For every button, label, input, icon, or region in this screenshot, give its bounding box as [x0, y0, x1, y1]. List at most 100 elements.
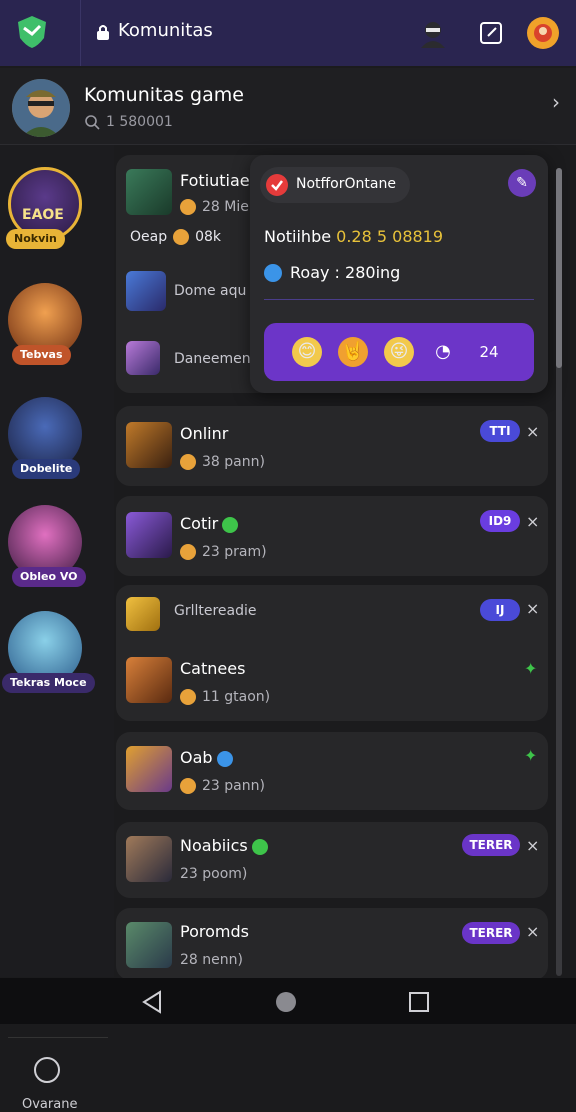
- community-header[interactable]: Komunitas game 1 580001 ›: [0, 68, 576, 145]
- game-avatar: [126, 422, 172, 468]
- row-subtitle: 23 pann): [180, 778, 265, 794]
- timer-emoji-button[interactable]: ◔: [428, 337, 458, 367]
- avatar-text: EAOE: [22, 207, 64, 223]
- game-avatar: [126, 341, 160, 375]
- notification-line: Notiihbe 0.28 5 08819: [264, 227, 444, 246]
- chevron-right-icon[interactable]: ›: [552, 90, 560, 114]
- row-subtitle: 28 nenn): [180, 952, 243, 968]
- row-title: Daneemen: [174, 351, 251, 367]
- magic-wand-icon[interactable]: ✎: [508, 169, 536, 197]
- sidebar-item-4[interactable]: Obleo VO: [6, 505, 86, 595]
- notification-pill-text: NotfforOntane: [296, 176, 396, 192]
- group-row[interactable]: Poromds 28 nenn) TERER ×: [116, 908, 548, 980]
- status-pill[interactable]: ID9: [480, 510, 520, 532]
- lock-icon: [97, 25, 109, 40]
- back-icon[interactable]: [140, 990, 166, 1014]
- tongue-emoji-button[interactable]: 😜: [384, 337, 414, 367]
- topbar-title: Komunitas: [118, 20, 213, 41]
- sidebar-item-5[interactable]: Tekras Moce: [2, 611, 95, 701]
- verified-icon: [216, 750, 233, 767]
- game-avatar: [126, 836, 172, 882]
- close-icon[interactable]: ×: [526, 836, 539, 855]
- system-nav-bar: [0, 978, 576, 1024]
- verified-icon: [222, 516, 239, 533]
- member-count-text: 1 580001: [106, 114, 173, 130]
- emoji-icon: [180, 544, 196, 560]
- close-icon[interactable]: ×: [526, 599, 539, 618]
- row-title: Onlinr: [180, 424, 229, 443]
- row-title: Noabiics: [180, 836, 268, 855]
- notification-status: Roay : 280ing: [264, 263, 400, 282]
- top-bar: Komunitas: [0, 0, 576, 66]
- sidebar-item-3[interactable]: Dobelite: [6, 397, 86, 487]
- edit-icon[interactable]: [474, 16, 508, 50]
- scrollbar-thumb[interactable]: [556, 168, 562, 368]
- verified-icon: [251, 838, 268, 855]
- row-title: Grlltereadie: [174, 603, 257, 619]
- check-icon: [266, 174, 288, 196]
- close-icon[interactable]: ×: [526, 922, 539, 941]
- smile-emoji-button[interactable]: 😊: [292, 337, 322, 367]
- row-subtitle: 28 Mie: [180, 199, 249, 215]
- home-icon[interactable]: [274, 990, 298, 1014]
- row-subtitle: Oeap 08k: [130, 229, 222, 245]
- row-title: Catnees: [180, 659, 246, 678]
- emoji-icon: [180, 778, 196, 794]
- member-count: 1 580001: [84, 114, 173, 130]
- row-title: Cotir: [180, 514, 239, 533]
- sidebar-item-2[interactable]: Tebvas: [6, 283, 86, 373]
- ninja-avatar-icon[interactable]: [416, 16, 450, 50]
- row-subtitle: 23 pram): [180, 544, 267, 560]
- notification-pill[interactable]: NotfforOntane: [260, 167, 410, 203]
- sidebar-badge: Tekras Moce: [2, 673, 95, 693]
- sidebar-divider: [8, 1037, 108, 1038]
- status-pill[interactable]: IJ: [480, 599, 520, 621]
- group-row[interactable]: Oab 23 pann) ✦: [116, 732, 548, 810]
- emoji-icon: [180, 199, 196, 215]
- row-title: Dome aqu: [174, 283, 247, 299]
- status-pill[interactable]: TTI: [480, 420, 520, 442]
- notification-popup[interactable]: NotfforOntane ✎ Notiihbe 0.28 5 08819 Ro…: [250, 155, 548, 393]
- rock-emoji-button[interactable]: 🤘: [338, 337, 368, 367]
- row-title: Poromds: [180, 922, 249, 941]
- close-icon[interactable]: ×: [526, 422, 539, 441]
- community-title: Komunitas game: [84, 84, 244, 106]
- game-avatar: [126, 271, 166, 311]
- shield-logo-icon[interactable]: [14, 14, 50, 50]
- row-subtitle: 23 poom): [180, 866, 248, 882]
- sidebar: EAOE Nokvin Tebvas Dobelite Obleo VO Tek…: [0, 145, 114, 1112]
- profile-avatar-icon[interactable]: [526, 16, 560, 50]
- recents-icon[interactable]: [408, 991, 430, 1013]
- game-avatar: [126, 657, 172, 703]
- close-icon[interactable]: ×: [526, 512, 539, 531]
- info-icon[interactable]: [34, 1057, 60, 1083]
- pin-icon[interactable]: ✦: [524, 746, 537, 765]
- sidebar-item-1[interactable]: EAOE Nokvin: [6, 167, 86, 257]
- game-avatar: [126, 922, 172, 968]
- community-avatar: [12, 79, 70, 137]
- search-icon: [85, 115, 100, 130]
- sidebar-bottom-label: Ovarane: [22, 1097, 78, 1112]
- reaction-bar: 😊 🤘 😜 ◔ 24: [264, 323, 534, 381]
- group-row[interactable]: Cotir 23 pram) ID9 ×: [116, 496, 548, 576]
- row-subtitle: 11 gtaon): [180, 689, 270, 705]
- sidebar-badge: Dobelite: [12, 459, 81, 479]
- count-button[interactable]: 24: [474, 337, 504, 367]
- game-avatar: [126, 597, 160, 631]
- pin-icon[interactable]: ✦: [524, 659, 537, 678]
- game-avatar: [126, 169, 172, 215]
- sidebar-badge: Obleo VO: [12, 567, 86, 587]
- scrollbar[interactable]: [556, 168, 562, 976]
- group-row[interactable]: Noabiics 23 poom) TERER ×: [116, 822, 548, 898]
- status-pill[interactable]: TERER: [462, 834, 520, 856]
- group-card[interactable]: Grlltereadie IJ × Catnees 11 gtaon) ✦: [116, 585, 548, 721]
- status-icon: [264, 263, 282, 282]
- sidebar-badge: Tebvas: [12, 345, 71, 365]
- group-row[interactable]: Onlinr 38 pann) TTI ×: [116, 406, 548, 486]
- emoji-icon: [180, 454, 196, 470]
- row-title: Fotiutiae: [180, 171, 250, 190]
- game-avatar: [126, 746, 172, 792]
- status-pill[interactable]: TERER: [462, 922, 520, 944]
- emoji-icon: [173, 229, 190, 245]
- row-title: Oab: [180, 748, 233, 767]
